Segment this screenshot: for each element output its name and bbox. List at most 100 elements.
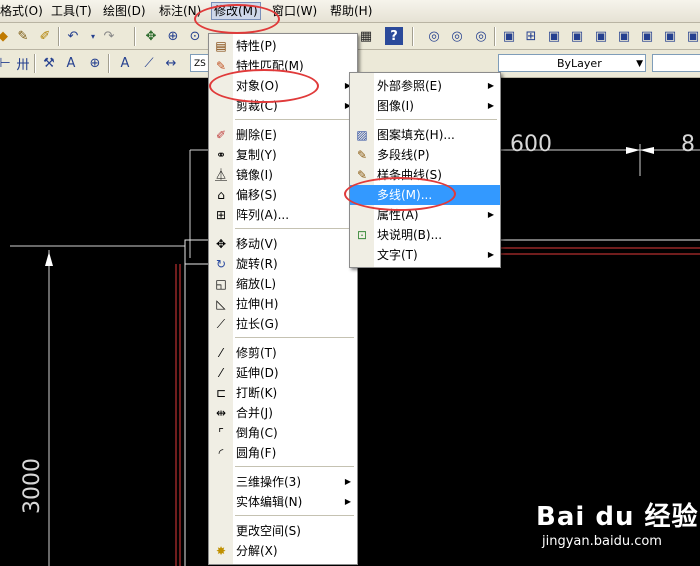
dim-center-icon[interactable]: ⊕ (86, 54, 104, 72)
submenu-item-hatch[interactable]: ▨ 图案填充(H)... (350, 125, 500, 145)
annotation-ellipse-multiline (344, 177, 456, 211)
orbit-free-icon[interactable]: ◎ (448, 27, 466, 45)
cube-add-icon[interactable]: ⊞ (522, 27, 540, 45)
redo-icon[interactable]: ↷ (100, 27, 118, 45)
match-properties-icon: ✎ (215, 59, 227, 73)
erase-icon: ✐ (215, 128, 227, 142)
mirror-icon: ⏅ (214, 168, 227, 182)
dim-oblique-icon[interactable]: ⟋ (140, 54, 158, 72)
dim-text-icon[interactable]: A (62, 54, 80, 72)
menu-item-join[interactable]: ⇹ 合并(J) (209, 403, 357, 423)
menu-item-copy[interactable]: ⚭ 复制(Y) (209, 145, 357, 165)
menu-item-3d-operations[interactable]: 三维操作(3) ▶ (209, 472, 357, 492)
cube-view-icon[interactable]: ▣ (638, 27, 656, 45)
zoom-realtime-icon[interactable]: ⊕ (164, 27, 182, 45)
submenu-item-xref[interactable]: 外部参照(E) ▶ (350, 76, 500, 96)
lineweight-combo[interactable] (652, 54, 700, 72)
polyline-icon: ✎ (356, 148, 368, 162)
dimension-text-top-right: 8 (681, 132, 695, 157)
explode-icon: ✸ (215, 544, 227, 558)
object-submenu: 外部参照(E) ▶ 图像(I) ▶ ▨ 图案填充(H)... ✎ 多段线(P) ✎ 样条曲… (349, 72, 501, 268)
menu-bar: 格式(O) 工具(T) 绘图(D) 标注(N) 修改(M) 窗口(W) 帮助(H… (0, 0, 700, 23)
array-icon: ⊞ (215, 208, 227, 222)
cube-light-icon[interactable]: ▣ (684, 27, 700, 45)
menu-item-break[interactable]: ⊏ 打断(K) (209, 383, 357, 403)
box-icon[interactable]: ▣ (500, 27, 518, 45)
menu-item-extend[interactable]: ⁄ 延伸(D) (209, 363, 357, 383)
menu-item-move[interactable]: ✥ 移动(V) (209, 234, 357, 254)
submenu-arrow-icon: ▶ (487, 81, 494, 90)
menu-item-chamfer[interactable]: ⌜ 倒角(C) (209, 423, 357, 443)
menu-item-fillet[interactable]: ◜ 圆角(F) (209, 443, 357, 463)
menu-item-scale[interactable]: ◱ 缩放(L) (209, 274, 357, 294)
toolbar-separator (58, 27, 60, 46)
submenu-arrow-icon: ▶ (487, 101, 494, 110)
baidu-jingyan-logo: Bai du 经验 (536, 502, 699, 532)
menu-item-array[interactable]: ⊞ 阵列(A)... (209, 205, 357, 225)
menu-item-change-space[interactable]: 更改空间(S) (209, 521, 357, 541)
help-icon[interactable]: ? (385, 27, 403, 45)
undo-icon[interactable]: ↶ (64, 27, 82, 45)
baidu-jingyan-url: jingyan.baidu.com (542, 534, 662, 549)
menu-item-stretch[interactable]: ◺ 拉伸(H) (209, 294, 357, 314)
menu-item-rotate[interactable]: ↻ 旋转(R) (209, 254, 357, 274)
submenu-item-image[interactable]: 图像(I) ▶ (350, 96, 500, 116)
menu-divider (235, 228, 354, 229)
menu-help[interactable]: 帮助(H) (330, 3, 372, 19)
menu-item-mirror[interactable]: ⏅ 镜像(I) (209, 165, 357, 185)
menu-item-properties[interactable]: ▤ 特性(P) (209, 36, 357, 56)
cube-render-icon[interactable]: ▣ (661, 27, 679, 45)
linetype-combo[interactable]: ByLayer ▼ (498, 54, 646, 72)
dim-edit-icon[interactable]: ⚒ (40, 54, 58, 72)
match-icon[interactable]: ✐ (36, 27, 54, 45)
copy-icon: ⚭ (215, 148, 227, 162)
menu-item-erase[interactable]: ✐ 删除(E) (209, 125, 357, 145)
menu-item-trim[interactable]: ⁄ 修剪(T) (209, 343, 357, 363)
break-icon: ⊏ (215, 386, 227, 400)
cube-face-icon[interactable]: ▣ (568, 27, 586, 45)
menu-format[interactable]: 格式(O) (0, 3, 43, 19)
properties-icon: ▤ (215, 39, 227, 53)
dim-aligned-icon[interactable]: A (116, 54, 134, 72)
chevron-down-icon: ▼ (636, 59, 643, 69)
menu-divider (235, 466, 354, 467)
fillet-icon: ◜ (218, 446, 224, 460)
dim-continue-icon[interactable]: 卅 (14, 54, 32, 73)
menu-item-offset[interactable]: ⌂ 偏移(S) (209, 185, 357, 205)
join-icon: ⇹ (215, 406, 227, 420)
dim-linear-icon[interactable]: ⊢ (0, 54, 14, 72)
submenu-arrow-icon: ▶ (344, 497, 351, 506)
annotation-ellipse-modify (194, 4, 280, 34)
pan-icon[interactable]: ✥ (142, 27, 160, 45)
submenu-item-text[interactable]: 文字(T) ▶ (350, 245, 500, 265)
cube-shaded-icon[interactable]: ▣ (592, 27, 610, 45)
toolbar-separator (412, 27, 414, 46)
toolbar-separator (494, 27, 496, 46)
menu-item-lengthen[interactable]: ⟋ 拉长(G) (209, 314, 357, 334)
menu-divider (235, 337, 354, 338)
toolbar-separator (108, 54, 110, 73)
brush-icon[interactable]: ✎ (14, 27, 32, 45)
text-style-combo[interactable]: ZS (190, 54, 210, 72)
menu-item-explode[interactable]: ✸ 分解(X) (209, 541, 357, 561)
tool-icon[interactable]: ◆ (0, 27, 12, 45)
calculator-icon[interactable]: ▦ (357, 27, 375, 45)
rotate-icon: ↻ (215, 257, 227, 271)
linetype-value: ByLayer (557, 57, 602, 70)
submenu-arrow-icon: ▶ (487, 210, 494, 219)
dim-update-icon[interactable]: ↔ (162, 54, 180, 72)
cube-icon[interactable]: ▣ (545, 27, 563, 45)
menu-item-solid-editing[interactable]: 实体编辑(N) ▶ (209, 492, 357, 512)
submenu-item-polyline[interactable]: ✎ 多段线(P) (350, 145, 500, 165)
menu-divider (235, 119, 354, 120)
orbit-icon[interactable]: ◎ (425, 27, 443, 45)
move-icon: ✥ (215, 237, 227, 251)
zoom-window-icon[interactable]: ⊙ (186, 27, 204, 45)
menu-tools[interactable]: 工具(T) (51, 3, 92, 19)
cube-edit-icon[interactable]: ▣ (615, 27, 633, 45)
extend-icon: ⁄ (219, 366, 222, 380)
orbit-continuous-icon[interactable]: ◎ (472, 27, 490, 45)
submenu-item-block-description[interactable]: ⊡ 块说明(B)... (350, 225, 500, 245)
toolbar-separator (34, 54, 36, 73)
menu-draw[interactable]: 绘图(D) (103, 3, 146, 19)
